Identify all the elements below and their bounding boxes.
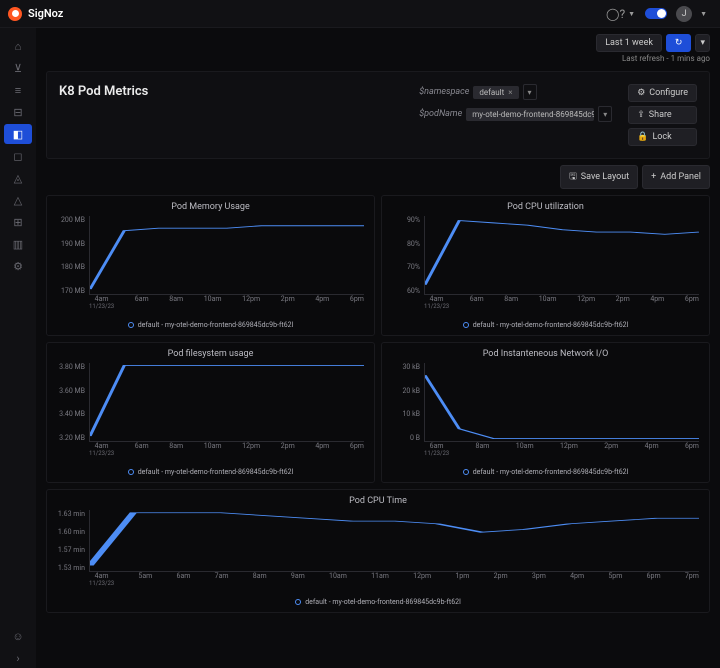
configure-button[interactable]: ⚙ Configure — [628, 84, 697, 102]
save-layout-button[interactable]: 🖫 Save Layout — [560, 165, 638, 189]
last-refresh-text: Last refresh - 1 mins ago — [46, 54, 710, 63]
panel-grid: Pod Memory Usage 200 MB190 MB180 MB170 M… — [46, 195, 710, 613]
y-axis: 90%80%70%60% — [388, 216, 424, 295]
plot-area[interactable] — [424, 216, 699, 295]
y-axis: 3.80 MB3.60 MB3.40 MB3.20 MB — [53, 363, 89, 442]
y-axis: 200 MB190 MB180 MB170 MB — [53, 216, 89, 295]
x-axis: 4am11/23/236am8am10am12pm2pm4pm6pm — [89, 295, 364, 311]
x-axis: 4am11/23/235am6am7am8am9am10am11am12pm1p… — [89, 572, 699, 588]
logo-icon — [8, 7, 22, 21]
legend-dot-icon — [463, 469, 469, 475]
nav-servicemap-icon[interactable]: ⊞ — [4, 212, 32, 232]
nav-usage-icon[interactable]: ▥ — [4, 234, 32, 254]
dashboard-header: K8 Pod Metrics $namespace default× ▾ $po… — [46, 71, 710, 159]
nav-list-icon[interactable]: ≡ — [4, 80, 32, 100]
panel-title: Pod Memory Usage — [53, 202, 368, 212]
legend: default - my-otel-demo-frontend-869845dc… — [388, 468, 703, 476]
chart-panel: Pod CPU utilization 90%80%70%60% 4am11/2… — [381, 195, 710, 336]
theme-toggle[interactable] — [645, 8, 667, 19]
topbar: SigNoz ◯?▼ J ▼ — [0, 0, 720, 28]
legend-dot-icon — [463, 322, 469, 328]
refresh-button[interactable]: ↻ — [666, 34, 692, 52]
x-axis: 4am11/23/236am8am10am12pm2pm4pm6pm — [89, 442, 364, 458]
nav-exceptions-icon[interactable]: △ — [4, 190, 32, 210]
share-button[interactable]: ⇪ Share — [628, 106, 697, 124]
legend-dot-icon — [128, 322, 134, 328]
page-title: K8 Pod Metrics — [59, 84, 148, 99]
legend: default - my-otel-demo-frontend-869845dc… — [388, 321, 703, 329]
var-podname-tag[interactable]: my-otel-demo-frontend-869845dc9b-ft62l× — [466, 108, 594, 121]
main-content: Last 1 week ↻ ▾ Last refresh - 1 mins ag… — [36, 28, 720, 668]
panel-title: Pod Instanteneous Network I/O — [388, 349, 703, 359]
nav-traces-icon[interactable]: ⊟ — [4, 102, 32, 122]
nav-alerts-icon[interactable]: ◬ — [4, 168, 32, 188]
plot-area[interactable] — [424, 363, 699, 442]
time-range-selector[interactable]: Last 1 week — [596, 34, 662, 52]
plot-area[interactable] — [89, 216, 364, 295]
support-icon[interactable]: ☺ — [4, 626, 32, 646]
legend: default - my-otel-demo-frontend-869845dc… — [53, 468, 368, 476]
legend: default - my-otel-demo-frontend-869845dc… — [53, 598, 703, 606]
chart-panel: Pod CPU Time 1.63 min1.60 min1.57 min1.5… — [46, 489, 710, 613]
avatar[interactable]: J — [676, 6, 692, 22]
collapse-icon[interactable]: › — [4, 648, 32, 668]
nav-settings-icon[interactable]: ⚙ — [4, 256, 32, 276]
y-axis: 30 kB20 kB10 kB0 B — [388, 363, 424, 442]
plot-area[interactable] — [89, 510, 699, 572]
legend: default - my-otel-demo-frontend-869845dc… — [53, 321, 368, 329]
add-panel-button[interactable]: + Add Panel — [642, 165, 710, 189]
close-icon[interactable]: × — [508, 88, 512, 97]
var-podname-label: $podName — [419, 109, 462, 119]
refresh-interval-dropdown[interactable]: ▾ — [695, 34, 710, 52]
var-namespace-tag[interactable]: default× — [473, 86, 518, 99]
brand: SigNoz — [28, 7, 63, 20]
panel-title: Pod CPU Time — [53, 496, 703, 506]
legend-dot-icon — [295, 599, 301, 605]
sidebar: ⌂ ⊻ ≡ ⊟ ◧ ◻ ◬ △ ⊞ ▥ ⚙ ☺ › — [0, 28, 36, 668]
var-namespace-label: $namespace — [419, 87, 469, 97]
nav-logs-icon[interactable]: ◻ — [4, 146, 32, 166]
chart-panel: Pod Memory Usage 200 MB190 MB180 MB170 M… — [46, 195, 375, 336]
lock-button[interactable]: 🔒 Lock — [628, 128, 697, 146]
legend-dot-icon — [128, 469, 134, 475]
nav-dashboards-icon[interactable]: ◧ — [4, 124, 32, 144]
nav-chart-icon[interactable]: ⊻ — [4, 58, 32, 78]
x-axis: 6am11/23/238am10am12pm2pm4pm6pm — [424, 442, 699, 458]
help-icon[interactable]: ◯?▼ — [606, 7, 635, 21]
panel-title: Pod CPU utilization — [388, 202, 703, 212]
chart-panel: Pod filesystem usage 3.80 MB3.60 MB3.40 … — [46, 342, 375, 483]
nav-home-icon[interactable]: ⌂ — [4, 36, 32, 56]
var-podname-dropdown[interactable]: ▾ — [598, 106, 612, 122]
y-axis: 1.63 min1.60 min1.57 min1.53 min — [53, 510, 89, 572]
plot-area[interactable] — [89, 363, 364, 442]
chart-panel: Pod Instanteneous Network I/O 30 kB20 kB… — [381, 342, 710, 483]
user-menu-caret-icon[interactable]: ▼ — [697, 10, 707, 18]
var-namespace-dropdown[interactable]: ▾ — [523, 84, 537, 100]
panel-title: Pod filesystem usage — [53, 349, 368, 359]
x-axis: 4am11/23/236am8am10am12pm2pm4pm6pm — [424, 295, 699, 311]
